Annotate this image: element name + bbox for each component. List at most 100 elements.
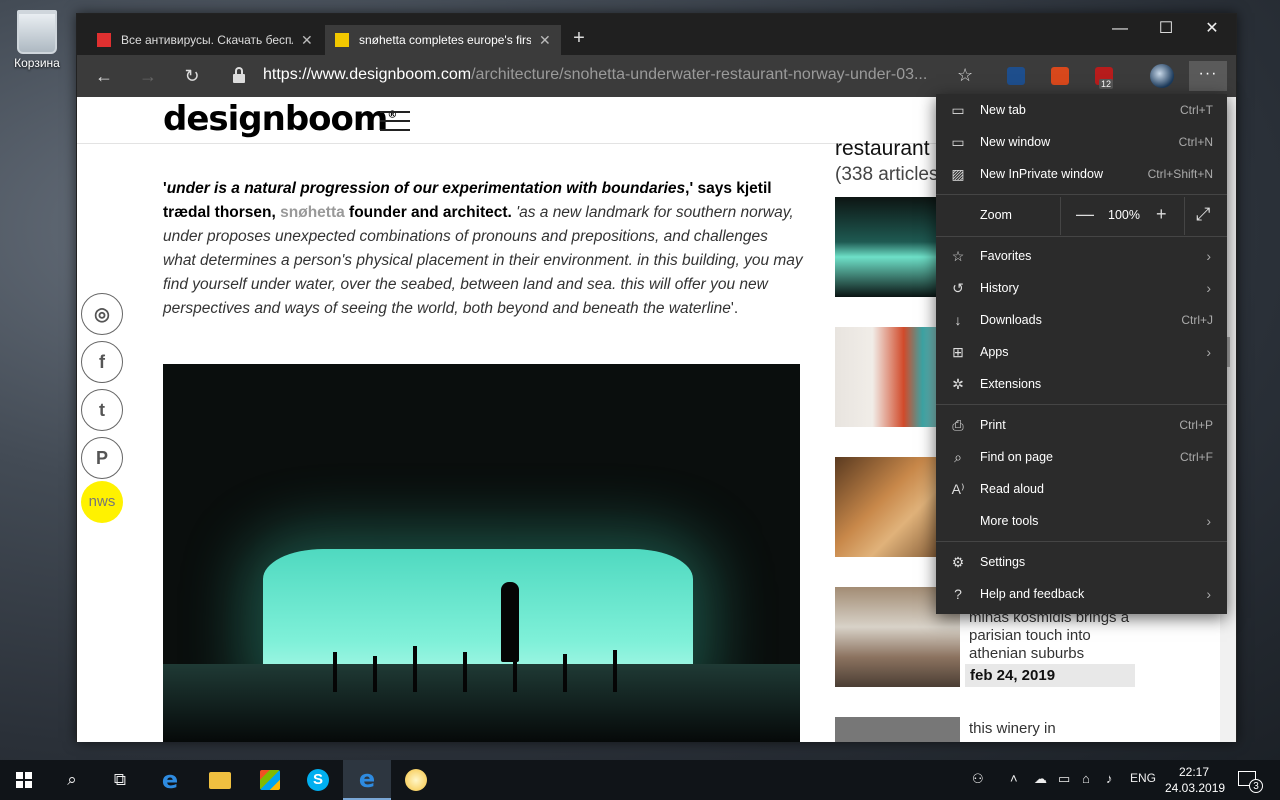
menu-item-label: Print (980, 418, 1006, 432)
menu-item-favorites[interactable]: ☆ Favorites › (936, 240, 1227, 272)
settings-menu: ▭ New tab Ctrl+T ▭ New window Ctrl+N ▨ N… (936, 94, 1227, 614)
settings-and-more-button[interactable]: ··· (1189, 61, 1227, 91)
menu-item-label: History (980, 281, 1019, 295)
twitter-icon[interactable]: t (81, 389, 123, 431)
zoom-out-button[interactable]: — (1076, 204, 1094, 225)
logo-text: designboom (163, 99, 388, 139)
sidebar-count: (338 articles (835, 164, 939, 185)
extension-icon[interactable] (1007, 67, 1025, 85)
sidebar-card-date: feb 24, 2019 (965, 664, 1135, 687)
people-icon[interactable]: ⚇ (972, 771, 984, 787)
taskbar-app[interactable] (392, 760, 440, 800)
menu-item-label: New tab (980, 103, 1026, 117)
apps-icon: ⊞ (952, 343, 964, 360)
language-indicator[interactable]: ENG (1130, 771, 1156, 785)
address-bar[interactable]: https://www.designboom.com/architecture/… (263, 66, 953, 84)
clock[interactable]: 22:17 24.03.2019 (1165, 764, 1225, 796)
menu-item-settings[interactable]: ⚙ Settings (936, 546, 1227, 578)
chevron-up-icon[interactable]: ˄ (1010, 771, 1018, 786)
close-window-button[interactable]: ✕ (1189, 14, 1235, 44)
zoom-divider (1184, 197, 1185, 235)
tab-favicon-icon (97, 33, 111, 47)
menu-item-label: New window (980, 135, 1051, 149)
taskbar-skype[interactable]: S (294, 760, 342, 800)
zoom-divider (1060, 197, 1061, 235)
menu-item-shortcut: Ctrl+T (1180, 103, 1213, 117)
tab-title: Все антивирусы. Скачать бесплатные (121, 33, 293, 47)
start-button[interactable] (0, 760, 48, 800)
menu-item-label: Read aloud (980, 482, 1044, 496)
pinterest-icon[interactable]: P (81, 437, 123, 479)
search-button[interactable]: ⌕ (48, 760, 96, 800)
star-icon: ☆ (951, 247, 965, 264)
menu-item-extensions[interactable]: ✲ Extensions (936, 368, 1227, 400)
site-logo[interactable]: designboom® (163, 99, 397, 139)
clock-time: 22:17 (1178, 765, 1210, 779)
profile-avatar[interactable] (1150, 64, 1174, 88)
new-tab-button[interactable]: + (567, 27, 591, 50)
recycle-bin-icon (17, 10, 57, 54)
tab-designboom[interactable]: snøhetta completes europe's first ✕ (325, 25, 561, 55)
folder-icon (209, 771, 231, 789)
menu-item-shortcut: Ctrl+F (1180, 450, 1213, 464)
tab-antivirus[interactable]: Все антивирусы. Скачать бесплатные ✕ (87, 25, 323, 55)
menu-item-help[interactable]: ? Help and feedback › (936, 578, 1227, 610)
taskbar-explorer[interactable] (196, 760, 244, 800)
menu-item-history[interactable]: ↺ History › (936, 272, 1227, 304)
sidebar-card-title[interactable]: this winery in (969, 720, 1134, 738)
tab-bar: Все антивирусы. Скачать бесплатные ✕ snø… (77, 14, 1236, 55)
menu-item-label: New InPrivate window (980, 167, 1103, 181)
zoom-in-button[interactable]: + (1156, 204, 1167, 225)
menu-item-label: More tools (980, 514, 1039, 528)
url-path: /architecture/snohetta-underwater-restau… (471, 66, 928, 83)
zoom-value: 100% (1108, 208, 1140, 222)
brand-link[interactable]: snøhetta (280, 204, 345, 221)
cloud-icon[interactable]: ☁ (1034, 771, 1047, 787)
recycle-bin[interactable]: Корзина (8, 6, 66, 70)
menu-item-apps[interactable]: ⊞ Apps › (936, 336, 1227, 368)
volume-icon[interactable]: ♪ (1106, 771, 1113, 786)
close-tab-icon[interactable]: ✕ (539, 32, 551, 49)
maximize-button[interactable]: ☐ (1143, 14, 1189, 44)
close-tab-icon[interactable]: ✕ (301, 32, 313, 49)
chevron-right-icon: › (1206, 248, 1211, 264)
download-icon: ↓ (954, 312, 962, 328)
url-domain: https://www.designboom.com (263, 66, 472, 83)
task-view-button[interactable]: ⧉ (96, 760, 144, 800)
menu-item-more-tools[interactable]: More tools › (936, 505, 1227, 537)
menu-item-shortcut: Ctrl+N (1178, 135, 1213, 149)
sidebar-card-title[interactable]: minas kosmidis brings a parisian touch i… (969, 609, 1134, 663)
instagram-icon[interactable]: ◎ (81, 293, 123, 335)
menu-item-find-on-page[interactable]: ⌕ Find on page Ctrl+F (936, 441, 1227, 473)
network-icon[interactable]: ⌂ (1082, 771, 1090, 786)
minimize-button[interactable]: — (1097, 14, 1143, 44)
skype-icon: S (307, 769, 329, 791)
taskbar-store[interactable] (246, 760, 294, 800)
forward-button[interactable]: → (133, 62, 163, 90)
notification-center-icon[interactable]: 3 (1238, 771, 1263, 793)
menu-item-label: Settings (980, 555, 1026, 569)
menu-item-label: Downloads (980, 313, 1042, 327)
menu-item-read-aloud[interactable]: A⁾ Read aloud (936, 473, 1227, 505)
back-button[interactable]: ← (89, 62, 119, 90)
inprivate-icon: ▨ (951, 165, 965, 182)
menu-item-print[interactable]: ⎙ Print Ctrl+P (936, 409, 1227, 441)
taskbar-edge-active[interactable]: e (343, 760, 391, 800)
menu-item-new-inprivate[interactable]: ▨ New InPrivate window Ctrl+Shift+N (936, 158, 1227, 190)
edge-icon: e (161, 766, 179, 794)
office-icon[interactable] (1051, 67, 1069, 85)
fullscreen-icon[interactable]: ⤢ (1196, 204, 1210, 225)
facebook-icon[interactable]: f (81, 341, 123, 383)
taskbar-edge[interactable]: e (146, 760, 194, 800)
menu-separator (936, 194, 1227, 195)
print-icon: ⎙ (952, 416, 964, 433)
battery-icon[interactable]: ▭ (1058, 771, 1070, 787)
menu-item-new-window[interactable]: ▭ New window Ctrl+N (936, 126, 1227, 158)
favorite-star-icon[interactable]: ☆ (957, 65, 973, 86)
nws-button[interactable]: nws (81, 481, 123, 523)
hamburger-menu-icon[interactable] (380, 111, 410, 138)
menu-item-new-tab[interactable]: ▭ New tab Ctrl+T (936, 94, 1227, 126)
refresh-button[interactable]: ↻ (177, 62, 207, 90)
article-thumbnail[interactable] (835, 717, 960, 742)
menu-item-downloads[interactable]: ↓ Downloads Ctrl+J (936, 304, 1227, 336)
